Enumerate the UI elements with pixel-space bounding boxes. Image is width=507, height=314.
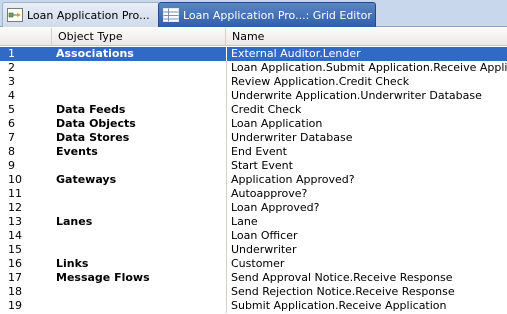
row-index[interactable]: 3: [0, 75, 52, 89]
row-index[interactable]: 13: [0, 215, 52, 229]
row-index[interactable]: 4: [0, 89, 52, 103]
object-type-cell[interactable]: Events: [52, 145, 226, 159]
row-index[interactable]: 18: [0, 285, 52, 299]
object-type-cell[interactable]: Lanes: [52, 215, 226, 229]
object-type-cell[interactable]: Data Stores: [52, 131, 226, 145]
name-cell[interactable]: External Auditor.Lender: [226, 47, 507, 61]
table-header: Object Type Name: [0, 28, 507, 46]
object-type-cell[interactable]: Data Feeds: [52, 103, 226, 117]
table-row[interactable]: 7 Data Stores Underwriter Database: [0, 131, 507, 145]
name-cell[interactable]: Review Application.Credit Check: [226, 75, 507, 89]
object-type-cell[interactable]: Links: [52, 257, 226, 271]
process-diagram-icon: [7, 8, 23, 22]
row-index[interactable]: 1: [0, 47, 52, 61]
tab-loan-application-process[interactable]: Loan Application Pro...: [2, 2, 160, 27]
table-row[interactable]: 14 Loan Officer: [0, 229, 507, 243]
name-cell[interactable]: Send Approval Notice.Receive Response: [226, 271, 507, 285]
name-cell[interactable]: Autoapprove?: [226, 187, 507, 201]
row-index[interactable]: 8: [0, 145, 52, 159]
grid-editor-icon: [163, 8, 179, 22]
name-cell[interactable]: Loan Approved?: [226, 201, 507, 215]
table-row[interactable]: 13 Lanes Lane: [0, 215, 507, 229]
table-row[interactable]: 3 Review Application.Credit Check: [0, 75, 507, 89]
object-type-cell[interactable]: [52, 299, 226, 313]
name-cell[interactable]: Loan Application: [226, 117, 507, 131]
row-index[interactable]: 9: [0, 159, 52, 173]
name-cell[interactable]: Start Event: [226, 159, 507, 173]
table-row[interactable]: 10 Gateways Application Approved?: [0, 173, 507, 187]
name-cell[interactable]: Loan Officer: [226, 229, 507, 243]
object-type-cell[interactable]: [52, 75, 226, 89]
name-cell[interactable]: Submit Application.Receive Application: [226, 299, 507, 313]
name-cell[interactable]: Credit Check: [226, 103, 507, 117]
name-cell[interactable]: Customer: [226, 257, 507, 271]
name-cell[interactable]: Application Approved?: [226, 173, 507, 187]
row-index[interactable]: 6: [0, 117, 52, 131]
object-type-cell[interactable]: Gateways: [52, 173, 226, 187]
name-cell[interactable]: Loan Application.Submit Application.Rece…: [226, 61, 507, 75]
editor-tab-bar: Loan Application Pro... Loan Application…: [0, 0, 507, 27]
object-type-cell[interactable]: [52, 243, 226, 257]
object-type-cell[interactable]: Data Objects: [52, 117, 226, 131]
tab-label: Loan Application Pro...: [27, 8, 150, 22]
table-row[interactable]: 19 Submit Application.Receive Application: [0, 299, 507, 313]
column-header-name[interactable]: Name: [226, 28, 507, 46]
name-cell[interactable]: Underwriter: [226, 243, 507, 257]
table-row[interactable]: 6 Data Objects Loan Application: [0, 117, 507, 131]
name-cell[interactable]: Underwriter Database: [226, 131, 507, 145]
table-row[interactable]: 17 Message Flows Send Approval Notice.Rece…: [0, 271, 507, 285]
column-header-index[interactable]: [0, 28, 52, 46]
name-cell[interactable]: Lane: [226, 215, 507, 229]
name-cell[interactable]: End Event: [226, 145, 507, 159]
row-index[interactable]: 15: [0, 243, 52, 257]
object-type-cell[interactable]: [52, 89, 226, 103]
row-index[interactable]: 14: [0, 229, 52, 243]
row-index[interactable]: 7: [0, 131, 52, 145]
row-index[interactable]: 16: [0, 257, 52, 271]
object-type-cell[interactable]: Message Flows: [52, 271, 226, 285]
table-body: 1 Associations External Auditor.Lender 2 Loa…: [0, 47, 507, 313]
object-type-cell[interactable]: [52, 61, 226, 75]
table-row[interactable]: 18 Send Rejection Notice.Receive Response: [0, 285, 507, 299]
object-type-cell[interactable]: Associations: [52, 47, 226, 61]
column-header-object-type[interactable]: Object Type: [52, 28, 226, 46]
row-index[interactable]: 2: [0, 61, 52, 75]
object-type-cell[interactable]: [52, 201, 226, 215]
row-index[interactable]: 17: [0, 271, 52, 285]
table-row[interactable]: 15 Underwriter: [0, 243, 507, 257]
table-row[interactable]: 4 Underwrite Application.Underwriter Data…: [0, 89, 507, 103]
row-index[interactable]: 10: [0, 173, 52, 187]
object-type-cell[interactable]: [52, 159, 226, 173]
object-type-cell[interactable]: [52, 285, 226, 299]
table-row[interactable]: 5 Data Feeds Credit Check: [0, 103, 507, 117]
table-row[interactable]: 8 Events End Event: [0, 145, 507, 159]
table-row[interactable]: 9 Start Event: [0, 159, 507, 173]
table-row[interactable]: 1 Associations External Auditor.Lender: [0, 47, 507, 61]
row-index[interactable]: 19: [0, 299, 52, 313]
tab-label: Loan Application Pro...: Grid Editor: [183, 8, 372, 22]
object-type-cell[interactable]: [52, 187, 226, 201]
table-row[interactable]: 2 Loan Application.Submit Application.Rec…: [0, 61, 507, 75]
tab-grid-editor[interactable]: Loan Application Pro...: Grid Editor ✕: [158, 2, 376, 27]
table-row[interactable]: 12 Loan Approved?: [0, 201, 507, 215]
row-index[interactable]: 12: [0, 201, 52, 215]
row-index[interactable]: 5: [0, 103, 52, 117]
name-cell[interactable]: Underwrite Application.Underwriter Datab…: [226, 89, 507, 103]
name-cell[interactable]: Send Rejection Notice.Receive Response: [226, 285, 507, 299]
object-type-cell[interactable]: [52, 229, 226, 243]
table-row[interactable]: 11 Autoapprove?: [0, 187, 507, 201]
table-row[interactable]: 16 Links Customer: [0, 257, 507, 271]
row-index[interactable]: 11: [0, 187, 52, 201]
grid-editor-table: Object Type Name 1 Associations External A…: [0, 28, 507, 314]
